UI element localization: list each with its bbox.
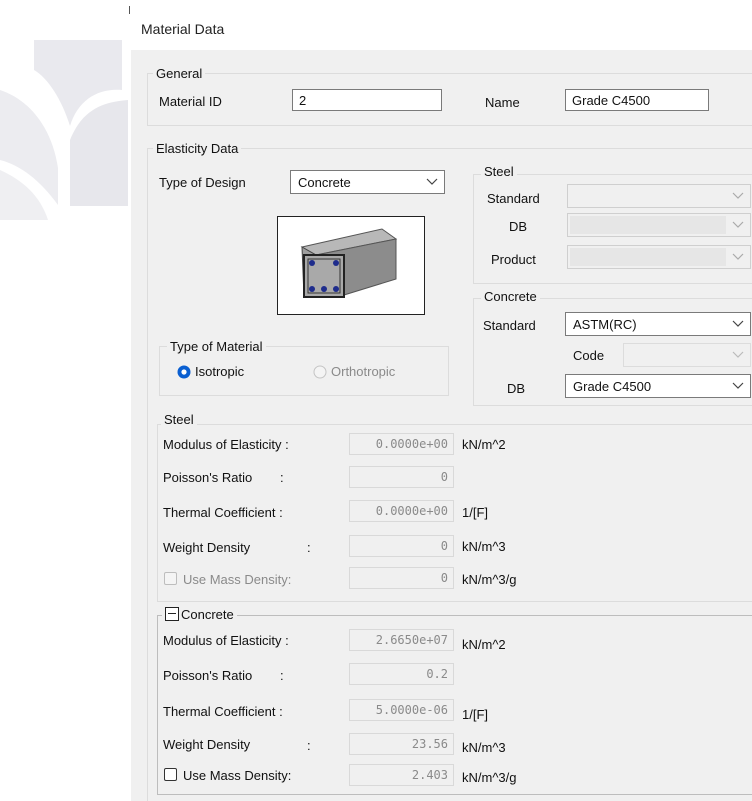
window-edge-mark [129,6,130,14]
material-id-input[interactable] [292,89,442,111]
title-bar: Material Data [131,0,752,50]
elasticity-group-title: Elasticity Data [153,141,242,156]
steel-selector-title: Steel [481,164,517,179]
watermark-logo [0,40,128,220]
name-input[interactable] [565,89,709,111]
orthotropic-radio[interactable] [313,365,327,379]
window-title: Material Data [141,21,225,37]
concrete-poisson-label: Poisson's Ratio [163,668,253,683]
steel-thermal-field[interactable]: 0.0000e+00 [349,500,454,522]
steel-mass-unit: kN/m^3/g [462,572,517,587]
type-of-design-value: Concrete [298,175,351,190]
steel-poisson-field[interactable]: 0 [349,466,454,488]
steel-modulus-field[interactable]: 0.0000e+00 [349,433,454,455]
concrete-standard-value: ASTM(RC) [573,317,637,332]
colon: : [307,540,311,555]
concrete-db-value: Grade C4500 [573,379,652,394]
concrete-weight-unit: kN/m^3 [462,740,506,755]
colon: : [280,668,284,683]
isotropic-label[interactable]: Isotropic [195,364,244,380]
chevron-down-icon [732,382,744,390]
concrete-mass-density-checkbox[interactable] [164,768,177,781]
colon: : [280,470,284,485]
concrete-mass-unit: kN/m^3/g [462,770,517,785]
general-group-title: General [153,66,206,81]
steel-db-label: DB [509,219,528,234]
steel-product-select[interactable] [567,245,751,269]
chevron-down-icon [732,351,744,359]
concrete-props-header: Concrete [162,607,237,622]
concrete-thermal-field[interactable]: 5.0000e-06 [349,699,454,721]
steel-mass-field[interactable]: 0 [349,567,454,589]
concrete-thermal-label: Thermal Coefficient : [163,704,283,719]
type-of-design-select[interactable]: Concrete [290,170,445,194]
concrete-code-select[interactable] [623,343,751,367]
steel-weight-label: Weight Density [163,540,251,555]
concrete-weight-field[interactable]: 23.56 [349,733,454,755]
concrete-modulus-label: Modulus of Elasticity : [163,633,289,648]
collapse-icon[interactable] [165,607,179,621]
colon: : [307,738,311,753]
steel-mass-density-checkbox[interactable] [164,572,177,585]
steel-standard-label: Standard [487,191,540,206]
steel-standard-select[interactable] [567,184,751,208]
concrete-mass-density-label: Use Mass Density: [183,768,292,783]
chevron-down-icon [426,178,438,186]
type-of-material-title: Type of Material [167,339,266,354]
orthotropic-label: Orthotropic [331,364,396,379]
concrete-code-label: Code [573,348,605,363]
name-label: Name [485,95,520,110]
steel-mass-density-label: Use Mass Density: [183,572,292,587]
concrete-thermal-unit: 1/[F] [462,707,489,722]
steel-db-select[interactable] [567,213,751,237]
type-of-design-label: Type of Design [159,175,246,190]
concrete-modulus-field[interactable]: 2.6650e+07 [349,629,454,651]
steel-poisson-label: Poisson's Ratio [163,470,253,485]
steel-product-label: Product [491,252,536,267]
steel-props-title: Steel [161,412,197,427]
chevron-down-icon [732,320,744,328]
concrete-poisson-field[interactable]: 0.2 [349,663,454,685]
steel-thermal-unit: 1/[F] [462,505,489,520]
concrete-db-select[interactable]: Grade C4500 [565,374,751,398]
material-id-label: Material ID [159,94,222,109]
concrete-db-label: DB [507,381,526,396]
material-data-dialog: Material Data General Material ID Name E… [131,0,752,801]
steel-modulus-label: Modulus of Elasticity : [163,437,289,452]
concrete-section-image [277,216,425,315]
concrete-selector-title: Concrete [481,289,540,304]
concrete-modulus-unit: kN/m^2 [462,637,506,652]
steel-weight-field[interactable]: 0 [349,535,454,557]
isotropic-radio[interactable] [177,365,191,379]
steel-modulus-unit: kN/m^2 [462,437,506,452]
chevron-down-icon [732,221,744,229]
concrete-beam-icon [300,228,398,298]
steel-weight-unit: kN/m^3 [462,539,506,554]
concrete-standard-label: Standard [483,318,536,333]
concrete-weight-label: Weight Density [163,737,251,752]
chevron-down-icon [732,192,744,200]
concrete-standard-select[interactable]: ASTM(RC) [565,312,751,336]
concrete-mass-field[interactable]: 2.403 [349,764,454,786]
steel-thermal-label: Thermal Coefficient : [163,505,283,520]
concrete-props-title: Concrete [181,607,234,622]
chevron-down-icon [732,253,744,261]
